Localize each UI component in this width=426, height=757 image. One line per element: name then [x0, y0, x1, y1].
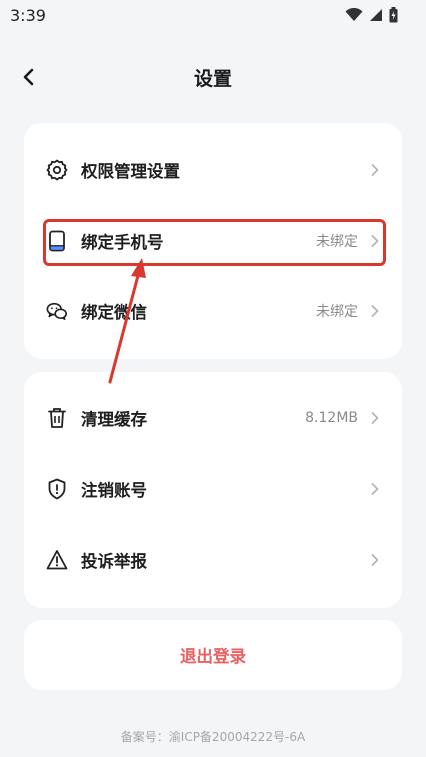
row-clear-cache[interactable]: 清理缓存 8.12MB: [24, 390, 402, 446]
chevron-right-icon: [371, 235, 379, 247]
icp-record-footer: 备案号：渝ICP备20004222号-6A: [120, 730, 306, 744]
row-label: 清理缓存: [81, 410, 147, 429]
row-report[interactable]: 投诉举报: [24, 532, 402, 588]
row-label: 绑定手机号: [81, 233, 164, 252]
chevron-right-icon: [371, 305, 379, 317]
settings-group-system: 清理缓存 8.12MB 注销账号 投诉举报: [24, 372, 402, 608]
chevron-left-icon: [23, 68, 34, 86]
row-label: 权限管理设置: [81, 162, 180, 181]
row-value: 未绑定: [316, 304, 358, 320]
back-button[interactable]: [12, 61, 44, 93]
chevron-right-icon: [371, 483, 379, 495]
status-icons: [345, 7, 398, 23]
row-bind-phone[interactable]: 绑定手机号 未绑定: [24, 213, 402, 269]
row-bind-wechat[interactable]: 绑定微信 未绑定: [24, 283, 402, 339]
chevron-right-icon: [371, 164, 379, 176]
wechat-icon: [46, 300, 68, 322]
status-time: 3:39: [10, 5, 46, 25]
warning-icon: [46, 549, 68, 571]
nav-bar: 设置: [0, 55, 426, 99]
row-value: 8.12MB: [305, 410, 358, 426]
battery-icon: [389, 7, 398, 23]
row-label: 投诉举报: [81, 552, 147, 571]
row-value: 未绑定: [316, 234, 358, 250]
signal-icon: [370, 9, 382, 21]
row-label: 注销账号: [81, 481, 147, 500]
phone-icon: [46, 230, 68, 252]
gear-icon: [46, 159, 68, 181]
chevron-right-icon: [371, 412, 379, 424]
page-title: 设置: [193, 67, 232, 90]
settings-group-account: 权限管理设置 绑定手机号 未绑定 绑定微信 未绑定: [24, 123, 402, 359]
row-permission-settings[interactable]: 权限管理设置: [24, 142, 402, 198]
shield-icon: [46, 478, 68, 500]
row-label: 绑定微信: [81, 303, 147, 322]
logout-label: 退出登录: [180, 647, 246, 666]
chevron-right-icon: [371, 554, 379, 566]
logout-button[interactable]: 退出登录: [24, 620, 402, 690]
row-delete-account[interactable]: 注销账号: [24, 461, 402, 517]
wifi-icon: [345, 8, 363, 21]
trash-icon: [46, 407, 68, 429]
status-bar: 3:39: [0, 0, 426, 30]
